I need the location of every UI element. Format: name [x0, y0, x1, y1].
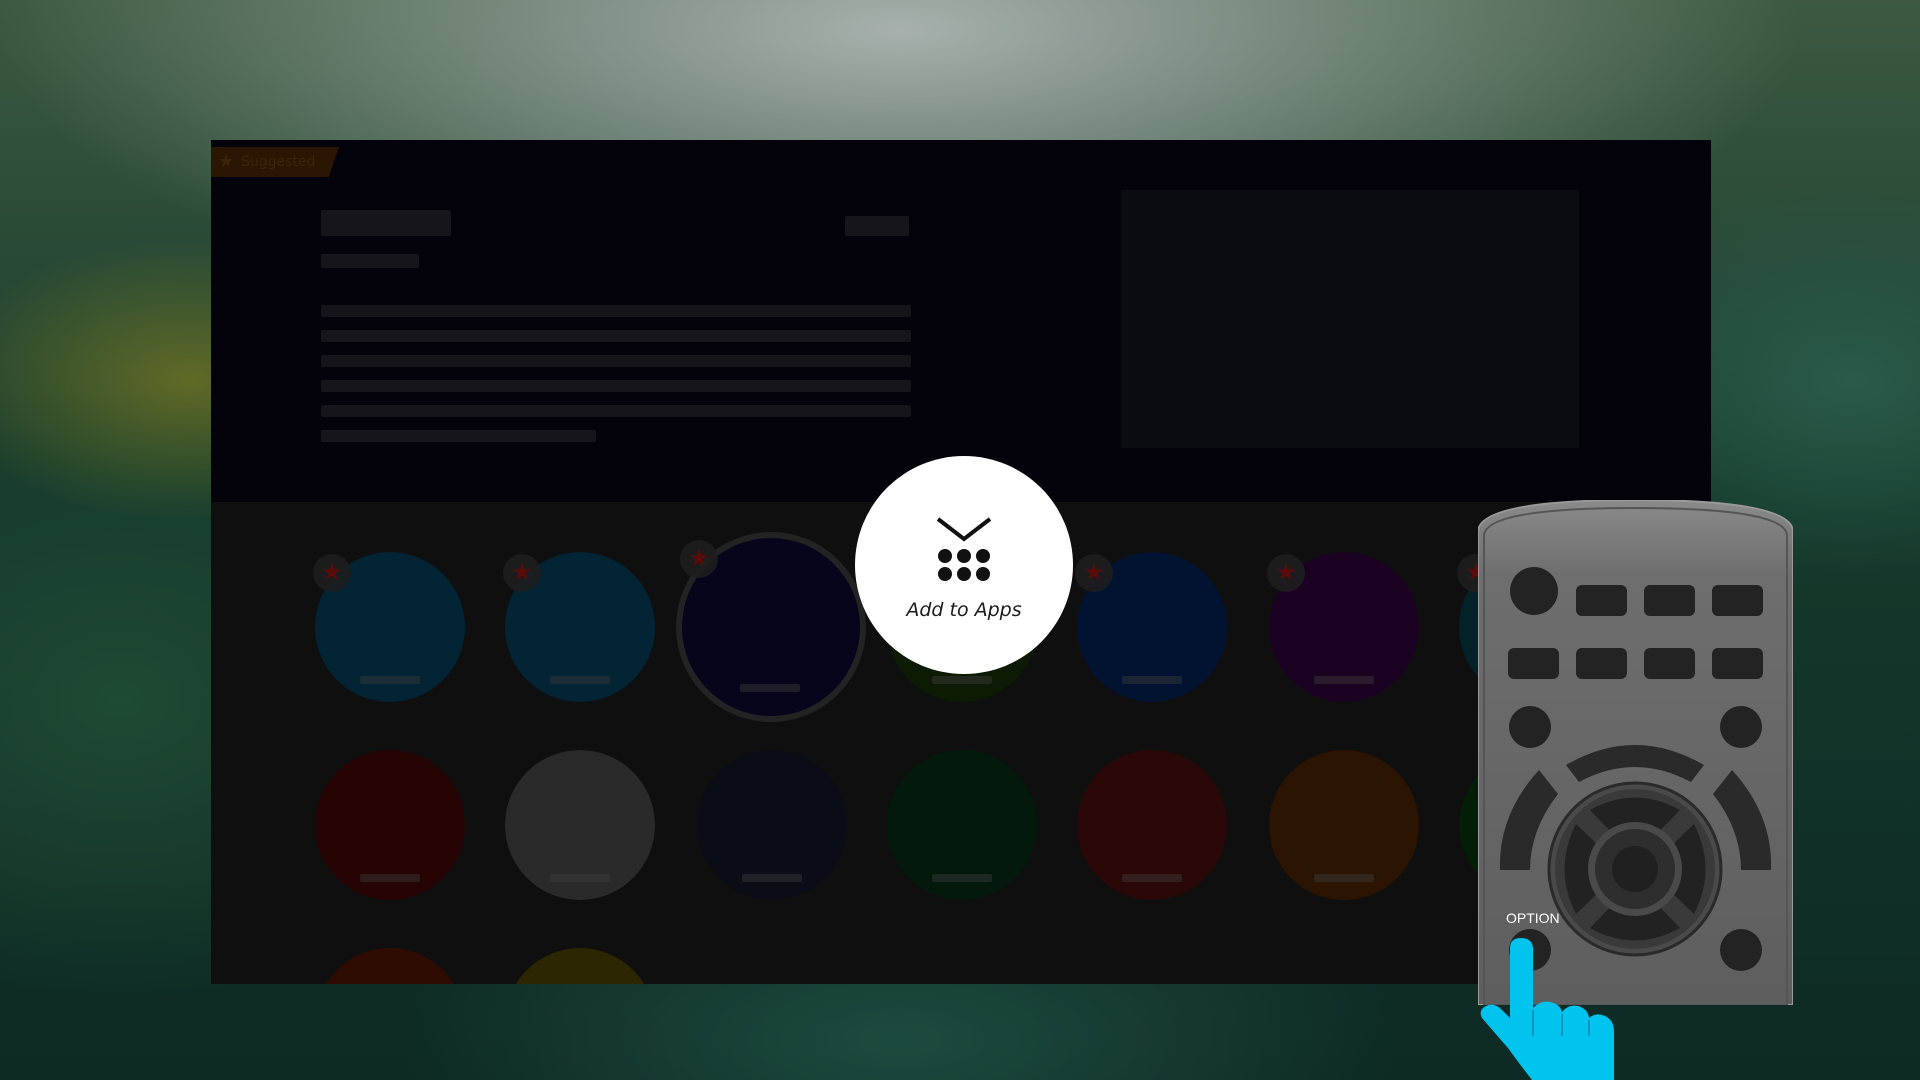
- app-tile[interactable]: [1269, 750, 1419, 900]
- star-icon: ★: [218, 151, 235, 172]
- app-tile[interactable]: [315, 948, 465, 984]
- app-tile[interactable]: [887, 750, 1037, 900]
- subtitle-placeholder: [321, 254, 419, 268]
- add-to-apps-label: Add to Apps: [906, 599, 1022, 621]
- remote-control: [1478, 500, 1793, 1005]
- favorite-star-icon: ★: [1267, 554, 1305, 592]
- hero-image: [1121, 190, 1579, 448]
- suggested-label: Suggested: [241, 154, 316, 170]
- description-line: [321, 330, 911, 342]
- app-tile[interactable]: ★: [1267, 552, 1419, 702]
- app-tile[interactable]: [315, 750, 465, 900]
- app-tile[interactable]: ★: [1075, 552, 1227, 702]
- app-tile[interactable]: [697, 750, 847, 900]
- favorite-star-icon: ★: [1075, 554, 1113, 592]
- add-to-apps-button[interactable]: Add to Apps: [855, 456, 1073, 674]
- hand-pointer-icon: [1480, 938, 1614, 1080]
- description-line: [321, 305, 911, 317]
- description-line: [321, 355, 911, 367]
- favorite-star-icon: ★: [313, 554, 351, 592]
- title-placeholder: [321, 210, 451, 236]
- power-button-icon: [1510, 567, 1558, 615]
- app-tile[interactable]: [505, 750, 655, 900]
- description-line: [321, 380, 911, 392]
- app-tile[interactable]: [505, 948, 655, 984]
- suggested-badge: ★ Suggested: [211, 147, 339, 177]
- favorite-star-icon: ★: [503, 554, 541, 592]
- app-tile-focused[interactable]: ★: [680, 538, 860, 716]
- app-tile[interactable]: ★: [503, 552, 655, 702]
- action-placeholder: [845, 216, 909, 236]
- favorite-star-icon: ★: [680, 540, 718, 578]
- option-button-label: OPTION: [1506, 910, 1560, 926]
- description-line: [321, 430, 596, 442]
- description-line: [321, 405, 911, 417]
- add-to-apps-icon: [936, 517, 992, 581]
- app-tile[interactable]: ★: [313, 552, 465, 702]
- featured-banner: ★ Suggested: [211, 140, 1711, 502]
- app-tile[interactable]: [1077, 750, 1227, 900]
